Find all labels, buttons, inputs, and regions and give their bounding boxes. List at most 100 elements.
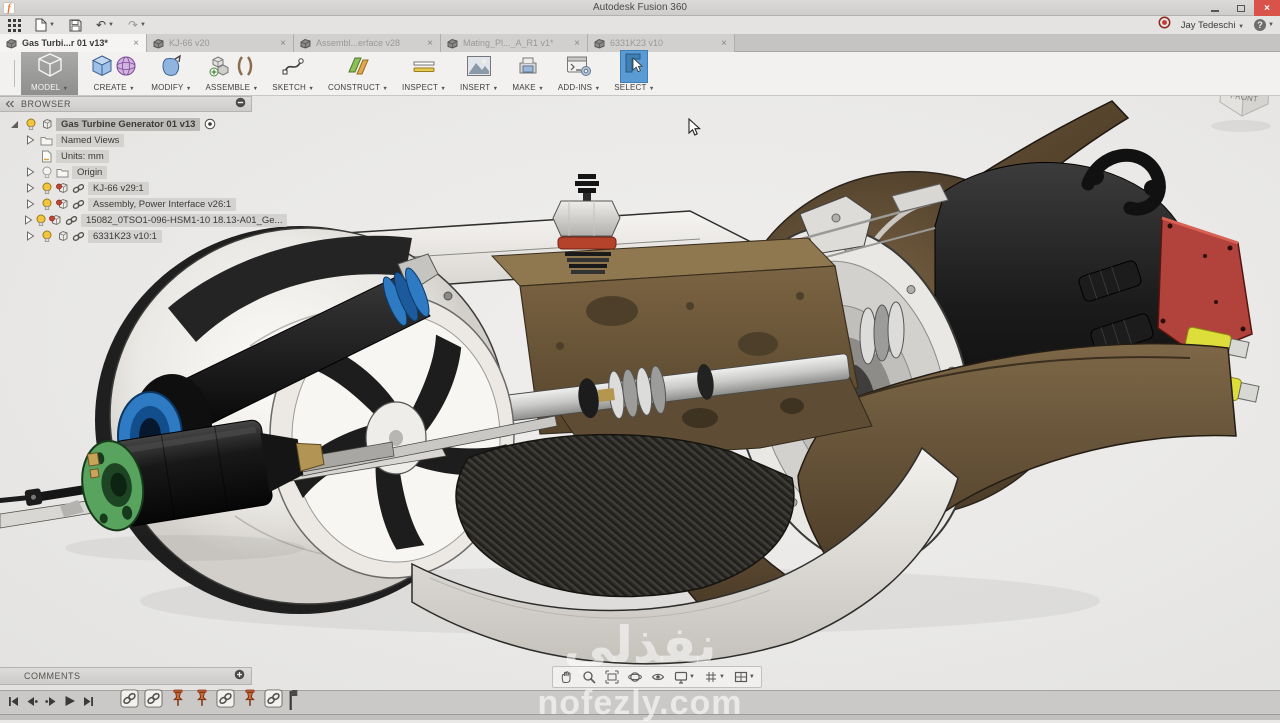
toolbar-select-button[interactable]: SELECT ▼ — [607, 52, 661, 95]
close-button[interactable]: × — [1254, 0, 1280, 16]
pan-icon[interactable] — [559, 670, 573, 684]
link-icon — [72, 183, 85, 194]
tab-close-icon[interactable]: × — [131, 38, 141, 49]
expander-icon[interactable] — [24, 199, 37, 209]
toolbar-make-button[interactable]: MAKE ▼ — [505, 52, 551, 95]
browser-header[interactable]: BROWSER — [0, 96, 252, 112]
toolbar-add-ins-button[interactable]: ADD-INS ▼ — [551, 52, 607, 95]
toolbar-inspect-button[interactable]: INSPECT ▼ — [395, 52, 453, 95]
browser-tree-item[interactable]: Origin — [2, 164, 252, 180]
tab-strip: Gas Turbi...r 01 v13* × KJ-66 v20 × Asse… — [0, 34, 735, 51]
tab-close-icon[interactable]: × — [278, 38, 288, 49]
visibility-bulb-icon[interactable] — [36, 214, 46, 227]
tree-item-label[interactable]: Origin — [72, 166, 107, 179]
tree-item-label[interactable]: Units: mm — [56, 150, 109, 163]
display-settings-icon[interactable]: ▼ — [674, 670, 695, 684]
tree-item-label[interactable]: 15082_0TSO1-096-HSM1-10 18.13-A01_Ge... — [81, 214, 287, 227]
toolbar-sketch-button[interactable]: SKETCH ▼ — [265, 52, 321, 95]
browser-tree-item[interactable]: KJ-66 v29:1 — [2, 180, 252, 196]
tab-close-icon[interactable]: × — [425, 38, 435, 49]
toolbar-items: MODEL ▼ CREATE ▼ MODIFY ▼ ASSEMBLE ▼ SKE… — [21, 52, 662, 95]
minimize-button[interactable] — [1202, 0, 1228, 16]
toolbar-grip[interactable] — [14, 60, 15, 87]
file-new-icon[interactable]: ▼ — [35, 18, 55, 32]
browser-tree-item[interactable]: 15082_0TSO1-096-HSM1-10 18.13-A01_Ge... — [2, 212, 252, 228]
insert-image-icon — [466, 55, 492, 82]
create-sphere-icon — [115, 54, 137, 83]
visibility-bulb-icon[interactable] — [40, 166, 53, 179]
expander-icon[interactable] — [24, 183, 37, 193]
toolbar-create-button[interactable]: CREATE ▼ — [84, 52, 144, 95]
component-red-icon — [56, 182, 69, 194]
main-toolbar: MODEL ▼ CREATE ▼ MODIFY ▼ ASSEMBLE ▼ SKE… — [0, 52, 1280, 96]
expander-icon[interactable] — [8, 119, 21, 129]
fit-icon[interactable] — [605, 670, 619, 684]
toolbar-insert-button[interactable]: INSERT ▼ — [453, 52, 505, 95]
undo-icon[interactable]: ↶▼ — [96, 19, 114, 31]
browser-title: BROWSER — [21, 99, 229, 109]
toolbar-model-button[interactable]: MODEL ▼ — [21, 52, 78, 95]
visibility-bulb-icon[interactable] — [40, 198, 53, 211]
component-red-icon — [49, 214, 62, 226]
tree-item-label[interactable]: 6331K23 v10:1 — [88, 230, 162, 243]
addins-script-icon — [566, 55, 592, 82]
tree-item-label[interactable]: Assembly, Power Interface v26:1 — [88, 198, 236, 211]
document-icon — [446, 38, 459, 49]
document-icon — [299, 38, 312, 49]
collapse-panel-icon[interactable] — [5, 95, 15, 113]
viewports-icon[interactable]: ▼ — [734, 670, 755, 684]
save-icon[interactable] — [69, 19, 82, 32]
user-menu[interactable]: Jay Tedeschi ▼ — [1181, 20, 1244, 31]
construct-planes-icon — [345, 54, 371, 83]
quick-access-toolbar: ▼ ↶▼ ↷▼ Jay Tedeschi ▼ ?▼ — [0, 16, 1280, 34]
app-grid-icon[interactable] — [8, 19, 21, 32]
document-tab[interactable]: KJ-66 v20 × — [147, 34, 294, 52]
visibility-bulb-icon[interactable] — [40, 182, 53, 195]
comments-panel[interactable]: COMMENTS — [0, 667, 252, 685]
browser-tree-item[interactable]: Units: mm — [2, 148, 252, 164]
document-tab[interactable]: Assembl...erface v28 × — [294, 34, 441, 52]
link-icon — [72, 199, 85, 210]
window-title: Autodesk Fusion 360 — [0, 2, 1280, 13]
grid-snaps-icon[interactable]: ▼ — [704, 670, 725, 684]
orbit-icon[interactable] — [628, 670, 642, 684]
component-red-icon — [56, 198, 69, 210]
toolbar-construct-button[interactable]: CONSTRUCT ▼ — [321, 52, 395, 95]
tree-item-label[interactable]: Named Views — [56, 134, 124, 147]
document-tab[interactable]: Gas Turbi...r 01 v13* × — [0, 34, 147, 52]
expander-icon[interactable] — [24, 167, 37, 177]
expander-icon[interactable] — [24, 135, 37, 145]
tree-item-label[interactable]: KJ-66 v29:1 — [88, 182, 149, 195]
folder-icon — [56, 167, 69, 178]
expander-icon[interactable] — [24, 231, 37, 241]
browser-tree-item[interactable]: Named Views — [2, 132, 252, 148]
tree-item-label[interactable]: Gas Turbine Generator 01 v13 — [56, 118, 200, 131]
help-menu[interactable]: ?▼ — [1254, 19, 1274, 31]
expander-icon[interactable] — [24, 215, 33, 225]
tab-close-icon[interactable]: × — [572, 38, 582, 49]
tab-close-icon[interactable]: × — [719, 38, 729, 49]
zoom-icon[interactable] — [582, 670, 596, 684]
visibility-bulb-icon[interactable] — [40, 230, 53, 243]
inspect-measure-icon — [411, 54, 437, 83]
document-tab[interactable]: Mating_Pl..._A_R1 v1* × — [441, 34, 588, 52]
help-icon: ? — [1254, 19, 1266, 31]
maximize-button[interactable] — [1228, 0, 1254, 16]
link-icon — [72, 231, 85, 242]
create-cube-icon — [91, 54, 113, 83]
browser-tree-item[interactable]: Gas Turbine Generator 01 v13 — [2, 116, 252, 132]
redo-icon[interactable]: ↷▼ — [128, 19, 146, 31]
document-icon — [152, 38, 165, 49]
look-at-icon[interactable] — [651, 670, 665, 684]
display-settings-icon[interactable] — [235, 95, 246, 113]
browser-tree-item[interactable]: 6331K23 v10:1 — [2, 228, 252, 244]
visibility-bulb-icon[interactable] — [24, 118, 37, 131]
browser-tree-item[interactable]: Assembly, Power Interface v26:1 — [2, 196, 252, 212]
document-tab[interactable]: 6331K23 v10 × — [588, 34, 735, 52]
activate-radio-icon[interactable] — [203, 118, 216, 130]
model-cube-icon — [35, 52, 65, 83]
toolbar-assemble-button[interactable]: ASSEMBLE ▼ — [198, 52, 265, 95]
toolbar-modify-button[interactable]: MODIFY ▼ — [144, 52, 198, 95]
record-icon[interactable] — [1158, 16, 1171, 34]
add-comment-icon[interactable] — [234, 667, 245, 685]
